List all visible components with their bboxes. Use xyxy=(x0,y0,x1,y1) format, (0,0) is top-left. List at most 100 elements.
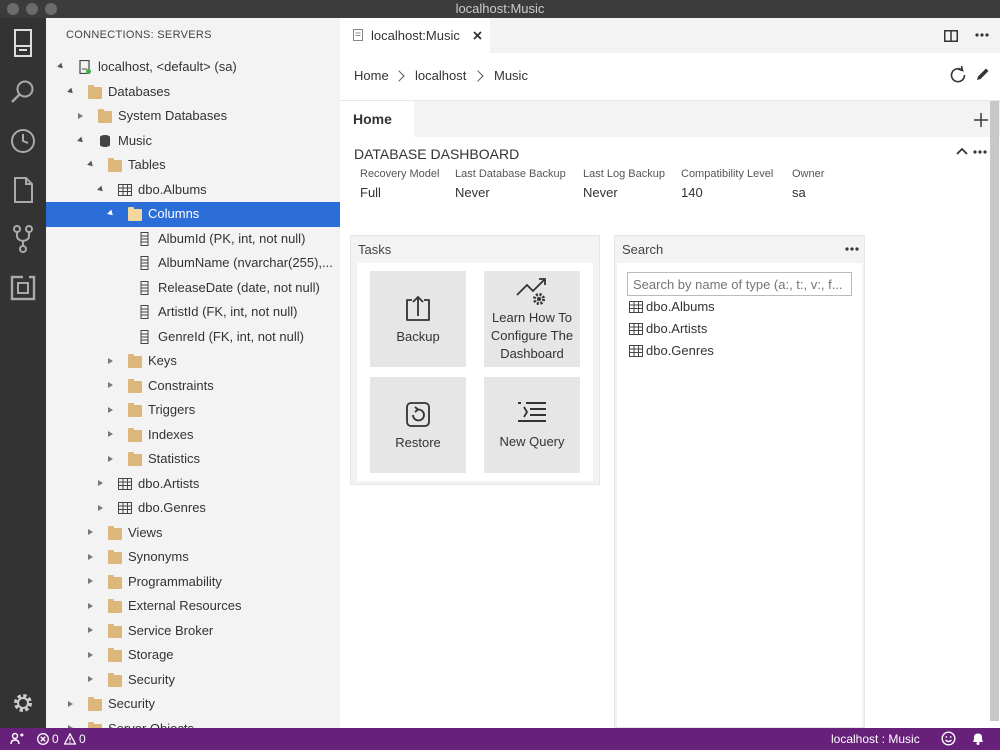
search-result-item[interactable]: dbo.Albums xyxy=(629,299,715,314)
tree-item[interactable]: Triggers xyxy=(46,398,340,423)
feedback-smiley-icon[interactable] xyxy=(941,731,956,746)
tree-item[interactable]: Storage xyxy=(46,643,340,668)
folder-icon xyxy=(108,550,122,564)
backup-task[interactable]: Backup xyxy=(370,271,466,367)
tree-item[interactable]: Databases xyxy=(46,80,340,105)
tree-item-label: Keys xyxy=(148,353,177,368)
tab-localhost-music[interactable]: localhost:Music xyxy=(340,18,490,53)
search-input[interactable] xyxy=(627,272,852,296)
tree-item[interactable]: Views xyxy=(46,521,340,546)
tree-item[interactable]: Security xyxy=(46,692,340,717)
tree-item[interactable]: Columns xyxy=(46,202,340,227)
folder-icon xyxy=(88,84,102,99)
breadcrumb-home[interactable]: Home xyxy=(354,68,389,83)
tree-item[interactable]: Server Objects xyxy=(46,717,340,728)
notifications-bell-icon[interactable] xyxy=(971,731,985,746)
tree-item[interactable]: ReleaseDate (date, not null) xyxy=(46,276,340,301)
dashboard-scrollbar[interactable] xyxy=(990,101,999,721)
tree-item[interactable]: dbo.Artists xyxy=(46,472,340,497)
tree-item[interactable]: localhost, <default> (sa) xyxy=(46,55,340,80)
configure-icon xyxy=(516,278,546,305)
minimize-window-button[interactable] xyxy=(26,3,38,15)
search-result-item[interactable]: dbo.Artists xyxy=(629,321,707,336)
new-query-task[interactable]: New Query xyxy=(484,377,580,473)
connections-sidebar: CONNECTIONS: SERVERS localhost, <default… xyxy=(46,18,340,728)
chevron-right-icon[interactable] xyxy=(108,382,113,388)
tree-item[interactable]: dbo.Albums xyxy=(46,178,340,203)
tree-item-label: Music xyxy=(118,132,152,148)
tree-item[interactable]: ArtistId (FK, int, not null) xyxy=(46,300,340,325)
tree-item[interactable]: Keys xyxy=(46,349,340,374)
chevron-right-icon xyxy=(472,70,484,82)
servers-icon[interactable] xyxy=(8,28,38,58)
restore-task[interactable]: Restore xyxy=(370,377,466,473)
chevron-right-icon[interactable] xyxy=(108,357,113,364)
chevron-down-icon[interactable] xyxy=(67,87,75,95)
tree-item[interactable]: External Resources xyxy=(46,594,340,619)
search-result-item[interactable]: dbo.Genres xyxy=(629,343,714,358)
chevron-right-icon[interactable] xyxy=(108,406,113,413)
chevron-down-icon[interactable] xyxy=(77,136,85,144)
chevron-right-icon[interactable] xyxy=(88,651,93,658)
tree-item[interactable]: Statistics xyxy=(46,447,340,472)
chevron-right-icon[interactable] xyxy=(68,700,73,707)
settings-icon[interactable] xyxy=(8,688,38,718)
tree-item[interactable]: Security xyxy=(46,668,340,693)
history-icon[interactable] xyxy=(8,126,38,156)
source-control-icon[interactable] xyxy=(8,224,38,254)
more-actions-icon[interactable] xyxy=(973,150,987,154)
extensions-icon[interactable] xyxy=(8,273,38,303)
chevron-right-icon[interactable] xyxy=(88,553,93,560)
more-actions-icon[interactable] xyxy=(975,33,989,37)
search-icon[interactable] xyxy=(8,77,38,107)
chevron-right-icon[interactable] xyxy=(88,627,93,633)
tab-home[interactable]: Home xyxy=(340,101,414,137)
chevron-right-icon[interactable] xyxy=(78,112,83,119)
chevron-down-icon[interactable] xyxy=(57,62,65,71)
breadcrumb-server[interactable]: localhost xyxy=(415,68,466,83)
property-value: Never xyxy=(583,185,618,200)
refresh-icon[interactable] xyxy=(949,66,967,84)
file-icon[interactable] xyxy=(8,175,38,205)
error-icon[interactable] xyxy=(37,733,49,745)
chevron-down-icon[interactable] xyxy=(87,160,95,169)
tree-item[interactable]: dbo.Genres xyxy=(46,496,340,521)
chevron-down-icon[interactable] xyxy=(97,185,105,193)
warning-icon[interactable] xyxy=(64,733,76,745)
close-icon[interactable] xyxy=(473,31,482,40)
configure-dashboard-task[interactable]: Learn How To Configure The Dashboard xyxy=(484,271,580,367)
collapse-icon[interactable] xyxy=(956,147,968,155)
more-actions-icon[interactable] xyxy=(845,247,859,251)
zoom-window-button[interactable] xyxy=(45,3,57,15)
split-editor-icon[interactable] xyxy=(944,30,958,42)
add-tab-icon[interactable] xyxy=(973,112,989,128)
breadcrumb-database[interactable]: Music xyxy=(494,68,528,83)
tree-item-label: ReleaseDate (date, not null) xyxy=(158,279,320,295)
connection-status[interactable]: localhost : Music xyxy=(831,732,920,746)
tree-item[interactable]: Synonyms xyxy=(46,545,340,570)
tree-item[interactable]: GenreId (FK, int, not null) xyxy=(46,325,340,350)
tree-item[interactable]: Constraints xyxy=(46,374,340,399)
folder-icon xyxy=(128,452,142,466)
tree-item[interactable]: Tables xyxy=(46,153,340,178)
close-window-button[interactable] xyxy=(7,3,19,15)
tree-item[interactable]: Music xyxy=(46,129,340,154)
tree-item[interactable]: AlbumName (nvarchar(255),... xyxy=(46,251,340,276)
remote-connection-icon[interactable] xyxy=(10,732,24,746)
tree-item[interactable]: Service Broker xyxy=(46,619,340,644)
edit-icon[interactable] xyxy=(975,67,990,82)
chevron-right-icon[interactable] xyxy=(98,480,103,486)
chevron-right-icon[interactable] xyxy=(88,529,93,535)
chevron-down-icon[interactable] xyxy=(107,209,115,218)
chevron-right-icon[interactable] xyxy=(88,676,93,682)
chevron-right-icon[interactable] xyxy=(108,455,113,462)
tree-item[interactable]: AlbumId (PK, int, not null) xyxy=(46,227,340,252)
tree-item[interactable]: System Databases xyxy=(46,104,340,129)
chevron-right-icon[interactable] xyxy=(98,504,103,511)
chevron-right-icon[interactable] xyxy=(88,602,93,609)
chevron-right-icon[interactable] xyxy=(108,431,113,437)
tree-item[interactable]: Indexes xyxy=(46,423,340,448)
chevron-right-icon[interactable] xyxy=(88,578,93,584)
tree-item[interactable]: Programmability xyxy=(46,570,340,595)
table-icon xyxy=(629,300,643,313)
